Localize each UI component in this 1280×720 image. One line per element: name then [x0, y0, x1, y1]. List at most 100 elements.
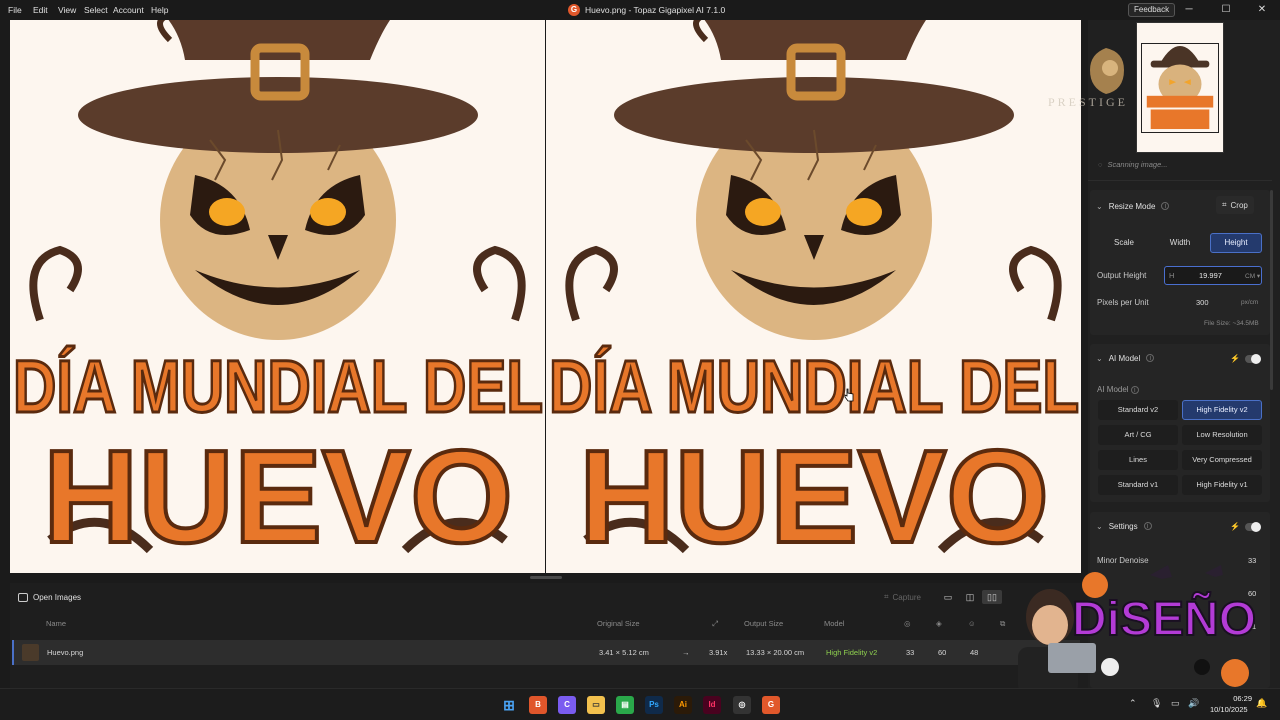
viewport-frame[interactable] [1141, 43, 1219, 133]
info-icon[interactable]: i [1146, 354, 1155, 362]
menu-view[interactable]: View [58, 0, 76, 20]
row-thumbnail [22, 644, 39, 661]
model-standard-v2[interactable]: Standard v2 [1098, 400, 1178, 420]
single-view-icon[interactable]: ▭ [940, 590, 956, 604]
enhanced-preview[interactable]: DÍA MUNDIAL DEL HUEVO [546, 20, 1081, 573]
info-icon[interactable]: i [1143, 522, 1152, 530]
hat-crown [168, 20, 391, 60]
tab-scale[interactable]: Scale [1098, 233, 1150, 253]
model-standard-v1[interactable]: Standard v1 [1098, 475, 1178, 495]
table-row[interactable]: Huevo.png 3.41 × 5.12 cm → 3.91x 13.33 ×… [12, 640, 1080, 665]
image-viewer[interactable]: DÍA MUNDIAL DEL HUEVO DÍA MUNDIAL DEL HUEV… [10, 20, 1081, 573]
panel-scrollbar[interactable] [1270, 190, 1273, 390]
menu-select[interactable]: Select [84, 0, 108, 20]
file-explorer-icon[interactable]: ▭ [587, 696, 605, 714]
vine-curl [693, 20, 709, 43]
split-view-icon[interactable]: ◫ [962, 590, 978, 604]
capture-button[interactable]: ⌗ Capture [884, 592, 921, 602]
sheets-icon[interactable]: ▤ [616, 696, 634, 714]
row-name: Huevo.png [47, 648, 84, 657]
model-very-compressed[interactable]: Very Compressed [1182, 450, 1262, 470]
copilot-icon[interactable]: C [558, 696, 576, 714]
menu-file[interactable]: File [8, 0, 22, 20]
vine-decoration [473, 245, 526, 322]
expand-arrows-icon: ⤢ [712, 619, 718, 628]
unit-select[interactable]: CM ▾ [1245, 272, 1260, 280]
title-bar: File Edit View Select Account Help G Hue… [0, 0, 1280, 20]
navigator-thumbnail[interactable] [1136, 22, 1224, 153]
sharpen-column-icon: ◈ [936, 619, 942, 628]
illustrator-icon[interactable]: Ai [674, 696, 692, 714]
notification-bell-icon[interactable]: 🔔 [1256, 698, 1267, 709]
brave-browser-icon[interactable]: B [529, 696, 547, 714]
ai-model-header[interactable]: ⌄ AI Model i [1096, 350, 1155, 366]
minimize-button[interactable]: ─ [1171, 0, 1207, 20]
settings-toggle[interactable] [1245, 522, 1261, 532]
model-low-resolution[interactable]: Low Resolution [1182, 425, 1262, 445]
open-images-label: Open Images [33, 592, 82, 602]
volume-icon[interactable]: 🔊 [1188, 698, 1199, 709]
crop-label: Crop [1230, 200, 1248, 210]
auto-bolt-icon: ⚡ [1230, 522, 1240, 531]
clock-time[interactable]: 06:29 [1228, 694, 1252, 703]
open-images-button[interactable]: Open Images [18, 589, 81, 605]
app-logo-icon: G [568, 4, 580, 16]
settings-app-icon[interactable]: ◎ [733, 696, 751, 714]
resize-mode-title: Resize Mode [1108, 201, 1156, 211]
tray-chevron-icon[interactable]: ⌃ [1129, 698, 1137, 709]
taskbar: ⊞ B C ▭ ▤ Ps Ai Id ◎ G ⌃ 🎙 ▭ 🔊 06:29 10/… [0, 688, 1280, 720]
microphone-icon[interactable]: 🎙 [1151, 698, 1162, 709]
column-output-size[interactable]: Output Size [744, 619, 783, 628]
photoshop-icon[interactable]: Ps [645, 696, 663, 714]
model-art-cg[interactable]: Art / CG [1098, 425, 1178, 445]
model-high-fidelity-v2[interactable]: High Fidelity v2 [1182, 400, 1262, 420]
resize-mode-header[interactable]: ⌄ Resize Mode i [1096, 198, 1170, 214]
window-title: G Huevo.png - Topaz Gigapixel AI 7.1.0 [568, 0, 725, 20]
column-original-size[interactable]: Original Size [597, 619, 640, 628]
column-model[interactable]: Model [824, 619, 844, 628]
hat-crown [704, 20, 927, 60]
original-preview[interactable]: DÍA MUNDIAL DEL HUEVO [10, 20, 545, 573]
output-height-label: Output Height [1097, 271, 1147, 280]
pixels-per-unit-input[interactable]: 300 [1196, 298, 1209, 307]
menu-help[interactable]: Help [151, 0, 168, 20]
model-high-fidelity-v1[interactable]: High Fidelity v1 [1182, 475, 1262, 495]
maximize-button[interactable]: ☐ [1208, 0, 1244, 20]
panel-splitter[interactable] [530, 576, 562, 579]
banner-line-1: DÍA MUNDIAL DEL [549, 345, 1079, 428]
menu-account[interactable]: Account [113, 0, 144, 20]
right-eye-glow [310, 198, 346, 226]
crop-button[interactable]: ⌗ Crop [1216, 196, 1254, 214]
file-size: File Size: ~34.5MB [1204, 320, 1259, 327]
info-icon[interactable]: i [1161, 202, 1170, 210]
pixels-per-unit-label: Pixels per Unit [1097, 298, 1149, 307]
prestige-watermark: PRESTIGE [1048, 95, 1129, 109]
model-lines[interactable]: Lines [1098, 450, 1178, 470]
vine-decoration [1009, 245, 1062, 322]
left-eye-glow [209, 198, 245, 226]
windows-start-icon[interactable]: ⊞ [500, 696, 518, 714]
ai-model-toggle[interactable] [1245, 354, 1261, 364]
network-icon[interactable]: ▭ [1171, 698, 1180, 709]
column-name[interactable]: Name [46, 619, 66, 628]
output-height-input[interactable]: H 19.997 CM ▾ [1164, 266, 1262, 285]
tab-height[interactable]: Height [1210, 233, 1262, 253]
right-eye-glow [846, 198, 882, 226]
close-button[interactable]: ✕ [1244, 0, 1280, 20]
settings-header[interactable]: ⌄ Settings i [1096, 518, 1152, 534]
crop-icon: ⌗ [1222, 200, 1227, 209]
row-original-size: 3.41 × 5.12 cm [599, 648, 649, 657]
auto-bolt-icon: ⚡ [1230, 354, 1240, 363]
window-title-text: Huevo.png - Topaz Gigapixel AI 7.1.0 [585, 5, 726, 15]
tab-width[interactable]: Width [1154, 233, 1206, 253]
indesign-icon[interactable]: Id [703, 696, 721, 714]
clock-date[interactable]: 10/10/2025 [1210, 705, 1248, 714]
image-list: Open Images ⌗ Capture ▭ ◫ ▯▯ Name Origin… [10, 583, 1088, 688]
gigapixel-app-icon[interactable]: G [762, 696, 780, 714]
feedback-button[interactable]: Feedback [1128, 3, 1176, 17]
menu-edit[interactable]: Edit [33, 0, 48, 20]
egg-artwork-original: DÍA MUNDIAL DELHUEVO [12, 20, 545, 572]
info-icon[interactable]: i [1130, 386, 1139, 394]
divider [1088, 180, 1272, 181]
vine-curl [157, 20, 173, 43]
